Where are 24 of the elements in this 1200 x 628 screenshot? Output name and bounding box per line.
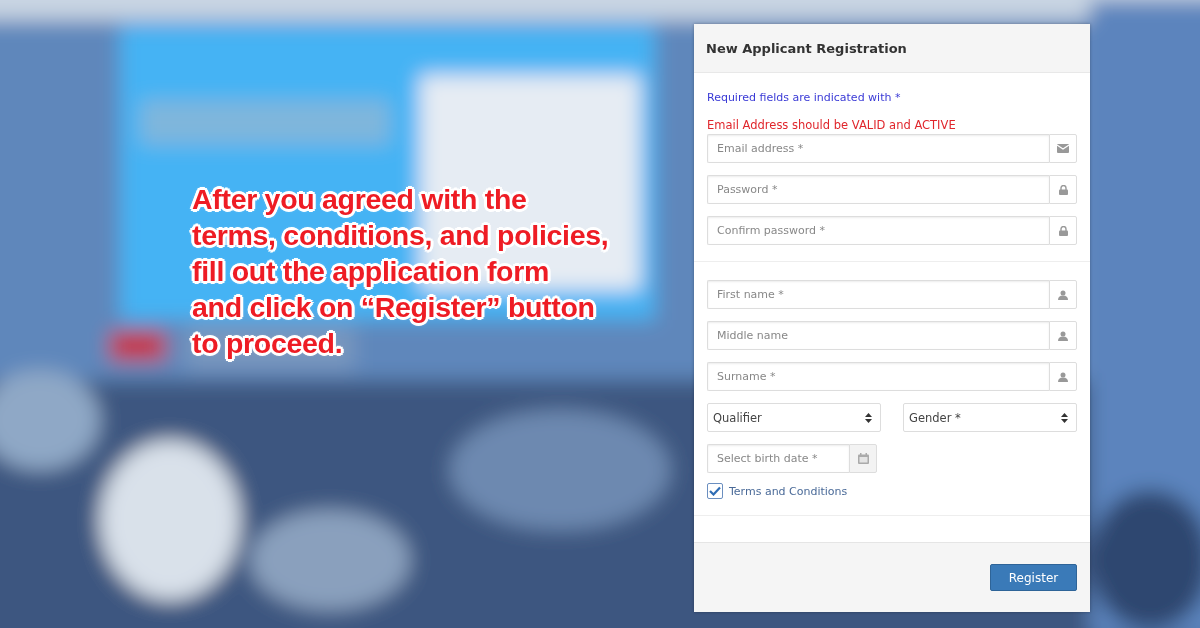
dropdown[interactable]: Qualifier [707, 403, 881, 432]
name-field[interactable]: Surname * [707, 362, 1049, 391]
password-field[interactable]: Confirm password * [707, 216, 1049, 245]
password-field[interactable]: Password * [707, 175, 1049, 204]
calendar-icon [857, 453, 869, 464]
terms-checkbox[interactable] [707, 483, 723, 499]
email-field[interactable]: Email address * [707, 134, 1049, 163]
dropdown[interactable]: Gender * [903, 403, 1077, 432]
lock-icon [1058, 225, 1068, 236]
user-icon [1058, 371, 1068, 382]
date-field[interactable]: Select birth date * [707, 444, 849, 473]
terms-label[interactable]: Terms and Conditions [729, 484, 848, 498]
name-field[interactable]: Middle name [707, 321, 1049, 350]
up-down-caret-icon [1061, 412, 1068, 423]
lock-icon [1058, 184, 1068, 195]
user-icon [1058, 289, 1068, 300]
envelope-icon [1057, 144, 1069, 153]
register-button[interactable]: Register [990, 564, 1077, 591]
user-icon [1058, 330, 1068, 341]
email-note: Email Address should be VALID and ACTIVE [707, 118, 957, 132]
name-field[interactable]: First name * [707, 280, 1049, 309]
up-down-caret-icon [865, 412, 872, 423]
required-note: Required fields are indicated with * [707, 91, 902, 104]
panel-title: New Applicant Registration [706, 40, 907, 56]
